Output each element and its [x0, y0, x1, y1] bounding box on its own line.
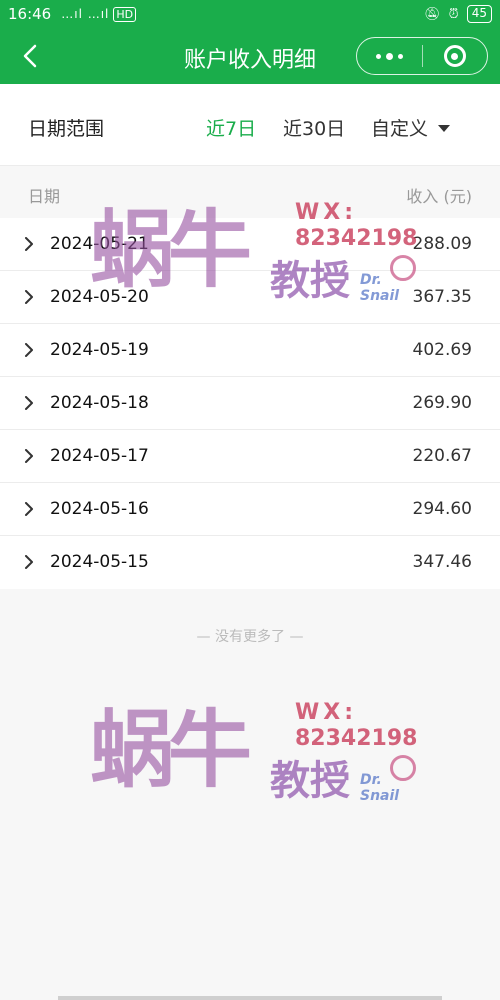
- row-amount: 402.69: [412, 340, 472, 360]
- tab-custom-label: 自定义: [371, 118, 429, 140]
- target-icon: [443, 45, 466, 67]
- watermark-big-text: 蜗牛: [90, 701, 252, 799]
- watermark-wx: WX:: [295, 200, 358, 225]
- alarm-icon: ⏰︎: [448, 6, 459, 22]
- network-label: HD: [113, 6, 137, 22]
- row-amount: 294.60: [412, 499, 472, 519]
- table-row[interactable]: 2024-05-19 402.69: [0, 324, 500, 377]
- chevron-right-icon: [25, 343, 33, 357]
- signal-icon: …ıl …ıl: [61, 7, 110, 21]
- row-amount: 367.35: [412, 287, 472, 307]
- battery-icon: 45: [466, 5, 492, 23]
- bell-off-icon: 🔕︎: [424, 6, 441, 22]
- column-date: 日期: [28, 187, 61, 206]
- table-row[interactable]: 2024-05-17 220.67: [0, 430, 500, 483]
- row-date: 2024-05-18: [50, 393, 149, 413]
- more-dots-icon: [375, 52, 403, 60]
- row-amount: 347.46: [412, 552, 472, 572]
- row-date: 2024-05-15: [50, 552, 149, 572]
- chevron-right-icon: [25, 502, 33, 516]
- row-amount: 220.67: [412, 446, 472, 466]
- more-button[interactable]: [357, 38, 422, 74]
- watermark-wx: WX:: [295, 700, 358, 725]
- row-date: 2024-05-17: [50, 446, 149, 466]
- watermark-logo: 蜗牛 WX: 82342198 教授 Dr. Snail: [90, 200, 420, 304]
- row-date: 2024-05-16: [50, 499, 149, 519]
- watermark-mid-text: 教授: [270, 258, 350, 304]
- status-time: 16:46: [8, 5, 52, 23]
- watermark-tag: Dr. Snail: [360, 772, 400, 804]
- chevron-right-icon: [25, 396, 33, 410]
- row-amount: 288.09: [412, 234, 472, 254]
- watermark-mid-text: 教授: [270, 758, 350, 804]
- table-row[interactable]: 2024-05-16 294.60: [0, 483, 500, 536]
- chevron-right-icon: [25, 237, 33, 251]
- nav-bar: 账户收入明细: [0, 28, 500, 84]
- row-amount: 269.90: [412, 393, 472, 413]
- date-range-filter: 日期范围 近7日 近30日 自定义: [0, 84, 500, 166]
- tab-custom[interactable]: 自定义: [371, 114, 451, 141]
- mini-program-capsule: [356, 37, 488, 75]
- watermark-logo: 蜗牛 WX: 82342198 教授 Dr. Snail: [90, 700, 420, 804]
- watermark-big-text: 蜗牛: [90, 201, 252, 299]
- close-program-button[interactable]: [423, 38, 488, 74]
- caret-down-icon: [438, 125, 451, 132]
- chevron-right-icon: [25, 290, 33, 304]
- watermark-tag: Dr. Snail: [360, 272, 400, 304]
- table-row[interactable]: 2024-05-15 347.46: [0, 536, 500, 589]
- no-more-text: — 没有更多了 —: [196, 629, 304, 645]
- status-bar: 16:46 …ıl …ıl HD 🔕︎ ⏰︎ 45: [0, 0, 500, 28]
- row-date: 2024-05-19: [50, 340, 149, 360]
- tab-30-days[interactable]: 近30日: [283, 114, 345, 141]
- table-row[interactable]: 2024-05-18 269.90: [0, 377, 500, 430]
- chevron-right-icon: [25, 449, 33, 463]
- tab-7-days[interactable]: 近7日: [206, 114, 256, 141]
- chevron-right-icon: [25, 555, 33, 569]
- home-indicator: [58, 996, 442, 1000]
- filter-label: 日期范围: [28, 118, 105, 140]
